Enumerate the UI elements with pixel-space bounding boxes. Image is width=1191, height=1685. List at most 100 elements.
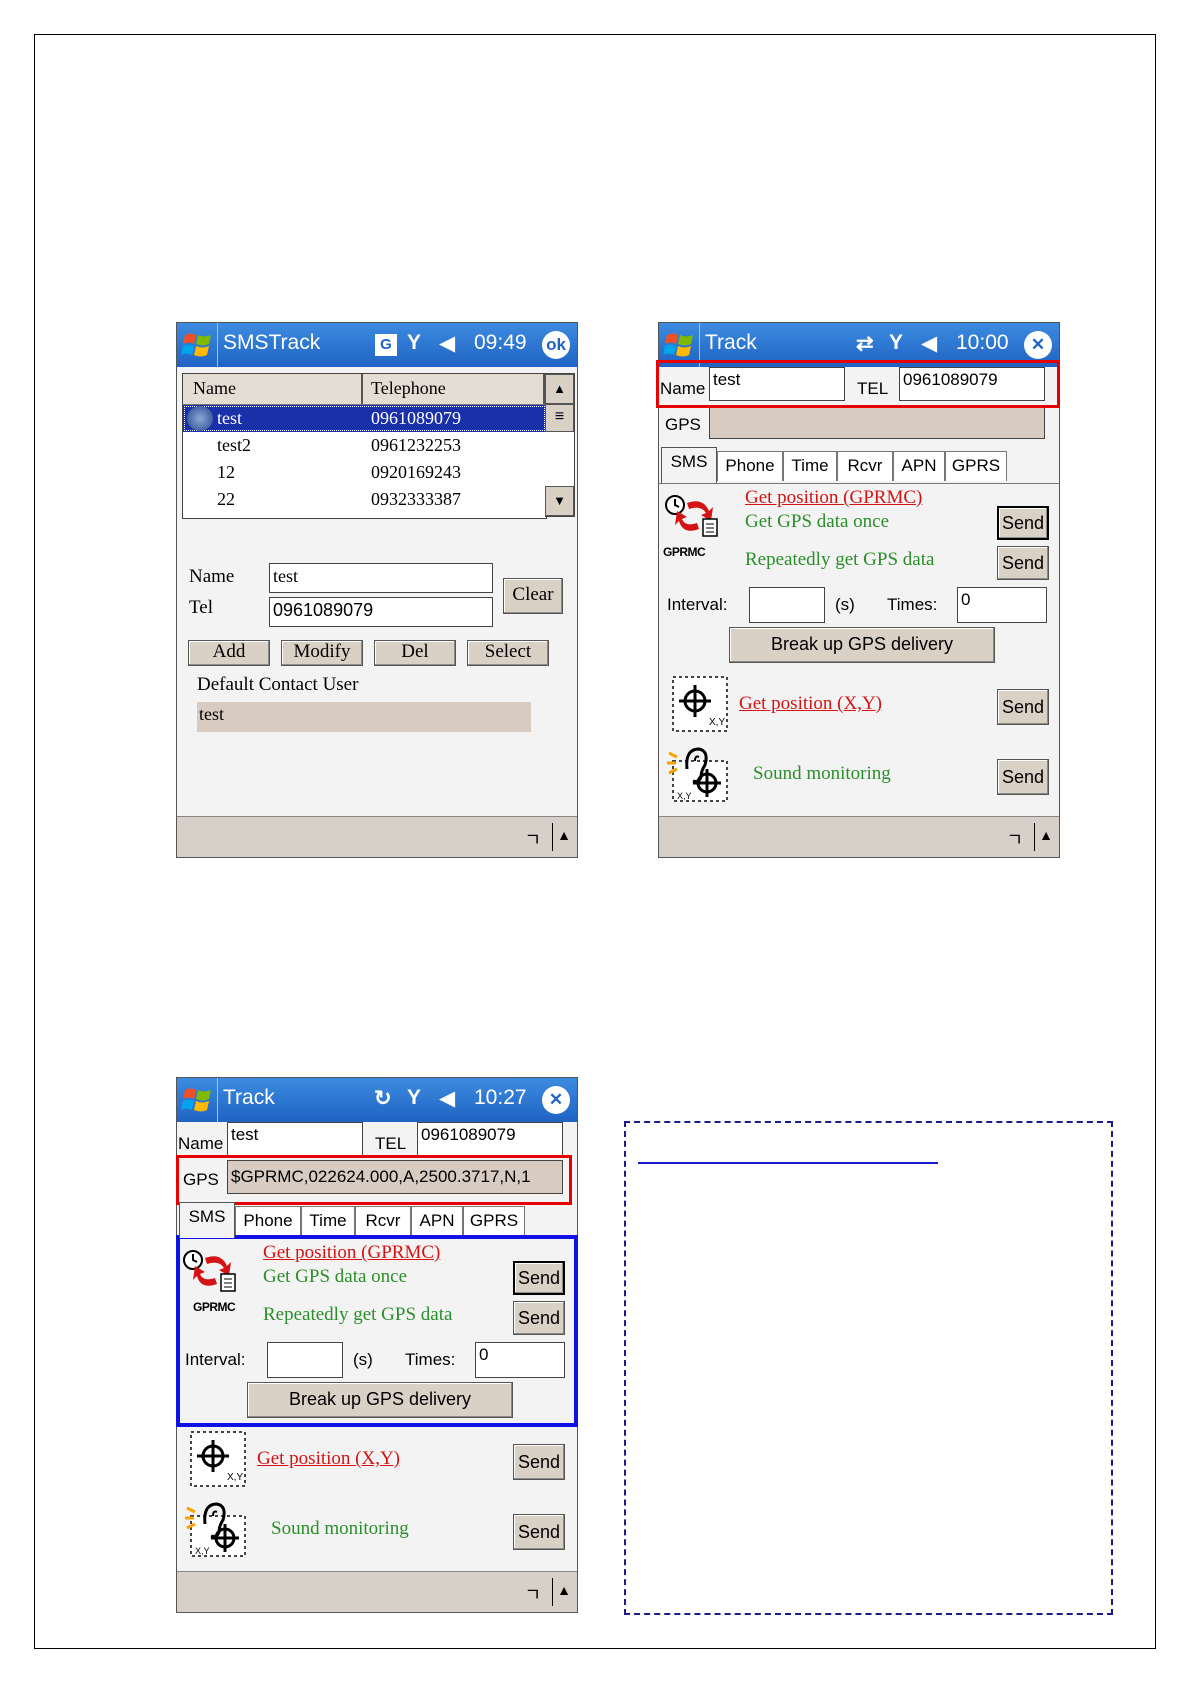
send-once-button[interactable]: Send: [997, 506, 1049, 540]
volume-icon[interactable]: ◀: [439, 331, 455, 356]
break-gps-delivery-button[interactable]: Break up GPS delivery: [729, 627, 995, 663]
signal-icon[interactable]: Y: [407, 331, 421, 355]
send-xy-button[interactable]: Send: [997, 689, 1049, 725]
tel-input[interactable]: 0961089079: [269, 597, 493, 627]
del-button[interactable]: Del: [374, 640, 456, 666]
select-button[interactable]: Select: [467, 640, 549, 666]
title-bar: Track ↻ Y ◀ 10:27 ✕: [177, 1078, 577, 1122]
times-input[interactable]: 0: [957, 587, 1047, 623]
xy-caption: X,Y: [227, 1472, 243, 1483]
volume-icon[interactable]: ◀: [439, 1086, 455, 1111]
tab-gprs[interactable]: GPRS: [945, 451, 1007, 481]
table-row[interactable]: test2 0961232253: [183, 432, 546, 459]
gps-output: [709, 405, 1045, 439]
name-tel-highlight: [656, 360, 1060, 408]
send-sound-button[interactable]: Send: [513, 1514, 565, 1550]
column-header-name[interactable]: Name: [193, 378, 236, 399]
send-sound-button[interactable]: Send: [997, 759, 1049, 795]
sms-controls-highlight: [176, 1235, 578, 1427]
list-scrollbar[interactable]: ▲ ≡ ▼: [545, 373, 575, 517]
sound-monitoring-icon: X,Y: [185, 1502, 246, 1557]
tab-phone[interactable]: Phone: [717, 451, 783, 481]
sound-monitoring-label: Sound monitoring: [271, 1518, 409, 1539]
clear-button[interactable]: Clear: [503, 578, 563, 614]
sip-menu-arrow-icon[interactable]: ▲: [557, 1582, 571, 1598]
tab-time[interactable]: Time: [301, 1206, 355, 1236]
tab-gprs[interactable]: GPRS: [463, 1206, 525, 1236]
name-input[interactable]: test: [269, 563, 493, 593]
sip-keyboard-icon[interactable]: ㄱ: [1006, 826, 1023, 852]
sip-keyboard-icon[interactable]: ㄱ: [524, 1581, 541, 1607]
xy-caption: X,Y: [709, 717, 725, 728]
close-button[interactable]: ✕: [542, 1086, 570, 1114]
sip-menu-arrow-icon[interactable]: ▲: [1039, 827, 1053, 843]
ok-button[interactable]: ok: [542, 331, 570, 359]
contact-icon: [187, 406, 213, 431]
scroll-thumb[interactable]: ≡: [545, 404, 574, 432]
xy-position-icon: X,Y: [672, 676, 728, 732]
get-position-xy-link[interactable]: Get position (X,Y): [257, 1448, 400, 1470]
list-header: Name Telephone: [183, 374, 546, 405]
tab-rcvr[interactable]: Rcvr: [837, 451, 893, 481]
get-position-xy-link[interactable]: Get position (X,Y): [739, 693, 882, 715]
default-contact-value: test: [197, 702, 531, 732]
contact-list[interactable]: Name Telephone test 0961089079 test2 096…: [182, 373, 547, 519]
table-row[interactable]: 12 0920169243: [183, 459, 546, 486]
bottom-bar: ㄱ ▲: [177, 1571, 577, 1612]
scroll-up-icon[interactable]: ▲: [545, 374, 574, 404]
signal-icon[interactable]: Y: [889, 331, 903, 355]
volume-icon[interactable]: ◀: [921, 331, 937, 356]
table-row[interactable]: test 0961089079: [183, 405, 546, 432]
interval-input[interactable]: [749, 587, 825, 623]
app-title: SMSTrack: [223, 331, 321, 354]
modify-button[interactable]: Modify: [281, 640, 363, 666]
clock[interactable]: 09:49: [474, 331, 527, 355]
table-row[interactable]: 8 0920162943: [183, 513, 546, 518]
sync-icon[interactable]: ↻: [374, 1086, 392, 1111]
tel-input[interactable]: 0961089079: [417, 1122, 563, 1156]
sip-keyboard-icon[interactable]: ㄱ: [524, 826, 541, 852]
tab-phone[interactable]: Phone: [235, 1206, 301, 1236]
tab-apn[interactable]: APN: [411, 1206, 463, 1236]
column-header-telephone[interactable]: Telephone: [371, 378, 446, 399]
tab-sms[interactable]: SMS: [179, 1202, 235, 1238]
clock[interactable]: 10:00: [956, 331, 1009, 355]
signal-icon[interactable]: Y: [407, 1086, 421, 1110]
title-bar: SMSTrack G Y ◀ 09:49 ok: [177, 323, 577, 367]
gprs-g-icon: G: [375, 334, 397, 356]
note-underline: [638, 1162, 938, 1164]
gprmc-caption: GPRMC: [663, 545, 706, 559]
name-input[interactable]: test: [227, 1122, 363, 1156]
xy-position-icon: X,Y: [190, 1431, 246, 1487]
app-title: Track: [705, 331, 757, 354]
tab-sms[interactable]: SMS: [661, 447, 717, 483]
default-contact-label: Default Contact User: [197, 674, 359, 695]
windows-start-icon[interactable]: [181, 329, 215, 361]
sip-menu-arrow-icon[interactable]: ▲: [557, 827, 571, 843]
clock[interactable]: 10:27: [474, 1086, 527, 1110]
close-button[interactable]: ✕: [1024, 331, 1052, 359]
scroll-down-icon[interactable]: ▼: [545, 486, 574, 516]
tab-time[interactable]: Time: [783, 451, 837, 481]
windows-start-icon[interactable]: [663, 329, 697, 361]
note-box: [624, 1121, 1113, 1615]
send-repeat-button[interactable]: Send: [997, 546, 1049, 580]
times-label: Times:: [887, 595, 938, 614]
windows-start-icon[interactable]: [181, 1084, 215, 1116]
send-xy-button[interactable]: Send: [513, 1444, 565, 1480]
svg-text:X,Y: X,Y: [195, 1546, 210, 1556]
tab-apn[interactable]: APN: [893, 451, 945, 481]
sync-icon[interactable]: ⇄: [856, 331, 874, 356]
name-label: Name: [189, 566, 235, 587]
sound-monitoring-label: Sound monitoring: [753, 763, 891, 784]
add-button[interactable]: Add: [188, 640, 270, 666]
seconds-unit-label: (s): [835, 595, 855, 614]
sound-monitoring-icon: X,Y: [667, 747, 728, 802]
get-position-gprmc-link[interactable]: Get position (GPRMC): [745, 487, 922, 509]
gps-output-highlight: [176, 1155, 572, 1205]
tel-label: Tel: [189, 597, 213, 618]
bottom-bar: ㄱ ▲: [177, 816, 577, 857]
table-row[interactable]: 22 0932333387: [183, 486, 546, 513]
app-title: Track: [223, 1086, 275, 1109]
tab-rcvr[interactable]: Rcvr: [355, 1206, 411, 1236]
